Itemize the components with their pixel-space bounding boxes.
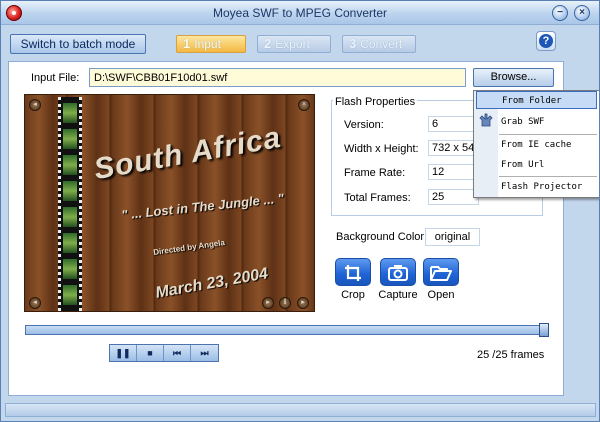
preview-title-text: South Africa: [91, 120, 284, 187]
menu-item-from-ie-cache[interactable]: From IE cache: [476, 136, 597, 154]
background-color-label: Background Color:: [336, 231, 428, 243]
status-bar: [5, 403, 596, 417]
film-frame: [63, 285, 77, 305]
next-icon: ⏭: [200, 348, 209, 358]
pause-button[interactable]: ❚❚: [110, 345, 137, 361]
crop-label: Crop: [341, 289, 365, 301]
playback-controls: ❚❚ ■ ⏮ ⏭: [109, 344, 219, 362]
film-frame: [63, 259, 77, 279]
film-frame: [63, 181, 77, 201]
folder-open-icon: [430, 266, 452, 281]
frame-rate-label: Frame Rate:: [344, 167, 406, 179]
preview-subtitle-text: " ... Lost in The Jungle ... ": [120, 190, 285, 223]
film-frame: [63, 103, 77, 123]
preview-pause-icon: ‖: [279, 297, 291, 309]
film-frame: [63, 233, 77, 253]
step-number: 3: [349, 36, 357, 51]
film-frame: [63, 207, 77, 227]
menu-item-grab-swf[interactable]: Grab SWF: [476, 113, 597, 131]
filmstrip-decoration: [58, 97, 82, 311]
open-label: Open: [427, 289, 455, 301]
step-number: 2: [264, 36, 272, 51]
stop-icon: ■: [147, 348, 153, 358]
dimensions-value: 732 x 549: [428, 140, 479, 156]
dimensions-label: Width x Height:: [344, 143, 419, 155]
input-file-field[interactable]: [89, 68, 466, 87]
preview-close-icon: ×: [298, 99, 310, 111]
version-label: Version:: [344, 119, 384, 131]
step-label: Input: [194, 37, 221, 51]
switch-batch-mode-button[interactable]: Switch to batch mode: [10, 34, 146, 54]
browse-dropdown-menu: From Folder Grab SWF From IE cache From …: [473, 90, 599, 198]
crop-button[interactable]: [335, 258, 371, 286]
film-frame: [63, 129, 77, 149]
total-frames-label: Total Frames:: [344, 192, 411, 204]
preview-forward-icon: ▸: [297, 297, 309, 309]
preview-date-text: March 23, 2004: [154, 265, 270, 302]
flash-properties-legend: Flash Properties: [333, 96, 418, 108]
preview-rewind-icon: ◂: [29, 297, 41, 309]
preview-sound-icon: ◂: [29, 99, 41, 111]
total-frames-value: 25: [428, 189, 479, 205]
version-value: 6: [428, 116, 479, 132]
step-label: Export: [275, 37, 310, 51]
browse-button[interactable]: Browse...: [473, 68, 554, 87]
help-button[interactable]: ?: [536, 31, 556, 51]
next-frame-button[interactable]: ⏭: [191, 345, 218, 361]
step-input-tab[interactable]: 1 Input: [176, 35, 246, 53]
previous-icon: ⏮: [172, 348, 182, 358]
menu-item-from-url[interactable]: From Url: [476, 156, 597, 174]
camera-icon: [388, 265, 408, 281]
step-number: 1: [183, 36, 191, 51]
seek-slider-thumb[interactable]: [539, 323, 549, 337]
frame-counter: 25 /25 frames: [477, 349, 545, 361]
frame-rate-value: 12: [428, 164, 479, 180]
menu-item-flash-projector[interactable]: Flash Projector: [476, 178, 597, 196]
menu-separator: [499, 176, 597, 177]
step-convert-tab[interactable]: 3 Convert: [342, 35, 416, 53]
input-file-label: Input File:: [31, 72, 80, 84]
preview-play-icon: ▸: [262, 297, 274, 309]
menu-separator: [499, 134, 597, 135]
preview-director-text: Directed by Angela: [152, 238, 226, 257]
app-window: Moyea SWF to MPEG Converter − × Switch t…: [0, 0, 600, 422]
previous-frame-button[interactable]: ⏮: [164, 345, 191, 361]
step-label: Convert: [360, 37, 403, 51]
close-button[interactable]: ×: [574, 5, 590, 21]
help-icon: ?: [539, 34, 553, 48]
title-bar: Moyea SWF to MPEG Converter − ×: [1, 1, 599, 25]
seek-slider-track[interactable]: [25, 325, 549, 335]
window-title: Moyea SWF to MPEG Converter: [212, 6, 388, 20]
capture-button[interactable]: [380, 258, 416, 286]
stop-button[interactable]: ■: [137, 345, 164, 361]
minimize-button[interactable]: −: [552, 5, 568, 21]
flash-preview: South Africa " ... Lost in The Jungle ..…: [24, 94, 315, 312]
film-frame: [63, 155, 77, 175]
pause-icon: ❚❚: [115, 348, 131, 358]
menu-item-from-folder[interactable]: From Folder: [476, 91, 597, 109]
crop-icon: [345, 265, 361, 281]
capture-label: Capture: [378, 289, 418, 301]
step-export-tab[interactable]: 2 Export: [257, 35, 331, 53]
background-color-field[interactable]: original: [425, 228, 480, 246]
open-button[interactable]: [423, 258, 459, 286]
